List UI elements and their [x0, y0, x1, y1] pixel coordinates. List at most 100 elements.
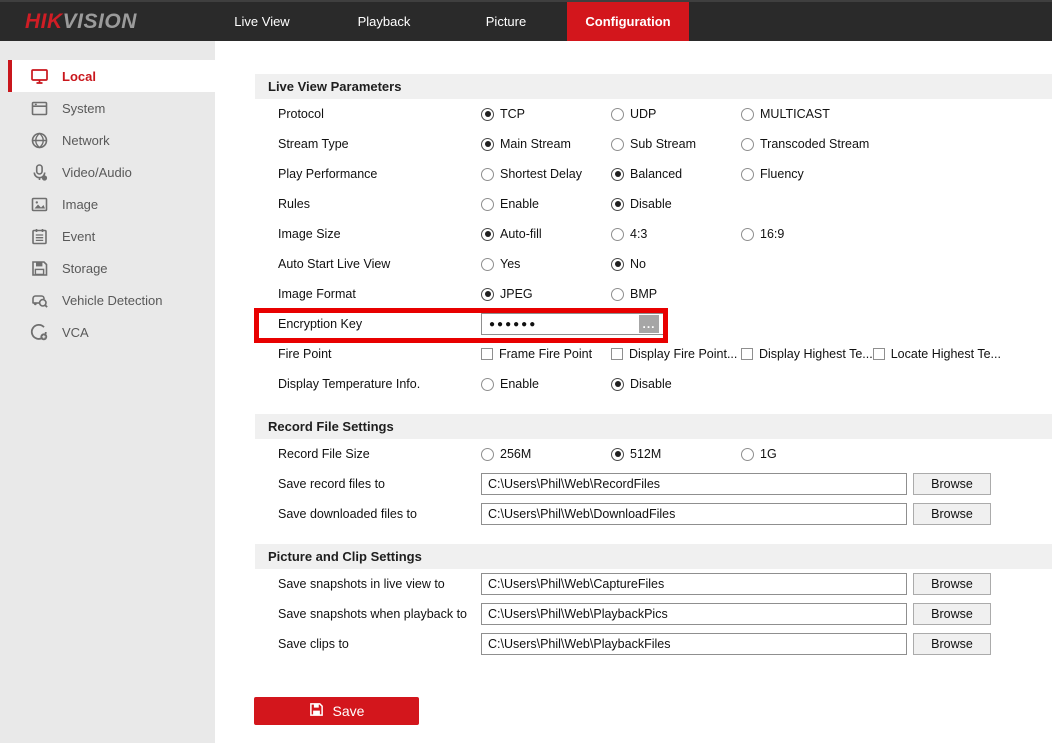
- radio-option-256m[interactable]: 256M: [481, 447, 611, 461]
- checkbox-icon[interactable]: [873, 348, 885, 360]
- radio-option-16-9[interactable]: 16:9: [741, 227, 871, 241]
- encryption-key-input[interactable]: ●●●●●●: [481, 313, 664, 335]
- radio-option-balanced[interactable]: Balanced: [611, 167, 741, 181]
- radio-selected-icon[interactable]: [481, 288, 494, 301]
- radio-icon[interactable]: [481, 378, 494, 391]
- form-row-save-snapshots-when-playback-to: Save snapshots when playback to Browse: [255, 599, 1052, 629]
- checkbox-icon[interactable]: [481, 348, 493, 360]
- checkbox-option-locate-highest-te[interactable]: Locate Highest Te...: [873, 347, 1003, 361]
- save-snapshots-in-live-view-to-browse-button[interactable]: Browse: [913, 573, 991, 595]
- checkbox-icon[interactable]: [741, 348, 753, 360]
- radio-icon[interactable]: [611, 138, 624, 151]
- radio-option-auto-fill[interactable]: Auto-fill: [481, 227, 611, 241]
- radio-icon[interactable]: [611, 108, 624, 121]
- encryption-key-field: ●●●●●●...: [481, 313, 664, 335]
- sidebar-item-network[interactable]: Network: [0, 124, 215, 156]
- sidebar-item-local[interactable]: Local: [8, 60, 215, 92]
- sidebar-item-vca[interactable]: VCA: [0, 316, 215, 348]
- radio-option-transcoded-stream[interactable]: Transcoded Stream: [741, 137, 871, 151]
- radio-option-disable[interactable]: Disable: [611, 197, 741, 211]
- checkbox-option-display-highest-te[interactable]: Display Highest Te...: [741, 347, 873, 361]
- radio-selected-icon[interactable]: [611, 448, 624, 461]
- radio-option-tcp[interactable]: TCP: [481, 107, 611, 121]
- radio-selected-icon[interactable]: [611, 258, 624, 271]
- sidebar-item-event[interactable]: Event: [0, 220, 215, 252]
- option-label: 256M: [500, 447, 531, 461]
- radio-selected-icon[interactable]: [611, 198, 624, 211]
- nav-tab-playback[interactable]: Playback: [323, 2, 445, 41]
- nav-tab-configuration[interactable]: Configuration: [567, 2, 689, 41]
- checkbox-icon[interactable]: [611, 348, 623, 360]
- radio-option-sub-stream[interactable]: Sub Stream: [611, 137, 741, 151]
- option-label: Yes: [500, 257, 520, 271]
- option-label: No: [630, 257, 646, 271]
- option-label: Shortest Delay: [500, 167, 582, 181]
- sidebar-item-system[interactable]: System: [0, 92, 215, 124]
- field-label: Save snapshots when playback to: [278, 607, 481, 621]
- radio-icon[interactable]: [741, 108, 754, 121]
- option-label: 4:3: [630, 227, 647, 241]
- sidebar-item-vehicle-detection[interactable]: Vehicle Detection: [0, 284, 215, 316]
- save-button[interactable]: Save: [254, 697, 419, 725]
- form-row-record-file-size: Record File Size256M512M1G: [255, 439, 1052, 469]
- radio-option-udp[interactable]: UDP: [611, 107, 741, 121]
- form-row-fire-point: Fire PointFrame Fire PointDisplay Fire P…: [255, 339, 1052, 369]
- save-downloaded-files-to-input[interactable]: [481, 503, 907, 525]
- radio-option-main-stream[interactable]: Main Stream: [481, 137, 611, 151]
- save-snapshots-when-playback-to-browse-button[interactable]: Browse: [913, 603, 991, 625]
- save-record-files-to-input[interactable]: [481, 473, 907, 495]
- radio-selected-icon[interactable]: [611, 378, 624, 391]
- radio-icon[interactable]: [741, 168, 754, 181]
- radio-selected-icon[interactable]: [481, 228, 494, 241]
- option-label: JPEG: [500, 287, 533, 301]
- microphone-icon: [30, 163, 49, 182]
- radio-icon[interactable]: [481, 168, 494, 181]
- field-label: Play Performance: [278, 167, 481, 181]
- save-record-files-to-browse-button[interactable]: Browse: [913, 473, 991, 495]
- radio-icon[interactable]: [481, 198, 494, 211]
- option-label: Balanced: [630, 167, 682, 181]
- checkbox-option-display-fire-point[interactable]: Display Fire Point...: [611, 347, 741, 361]
- sidebar-item-label: Network: [62, 133, 110, 148]
- radio-icon[interactable]: [611, 228, 624, 241]
- radio-icon[interactable]: [741, 448, 754, 461]
- radio-option-1g[interactable]: 1G: [741, 447, 871, 461]
- radio-icon[interactable]: [741, 138, 754, 151]
- ellipsis-button[interactable]: ...: [639, 315, 659, 333]
- sidebar-item-image[interactable]: Image: [0, 188, 215, 220]
- nav-tab-picture[interactable]: Picture: [445, 2, 567, 41]
- radio-icon[interactable]: [611, 288, 624, 301]
- radio-option-fluency[interactable]: Fluency: [741, 167, 871, 181]
- sidebar-item-storage[interactable]: Storage: [0, 252, 215, 284]
- save-clips-to-browse-button[interactable]: Browse: [913, 633, 991, 655]
- radio-option-enable[interactable]: Enable: [481, 197, 611, 211]
- radio-option-enable[interactable]: Enable: [481, 377, 611, 391]
- radio-option-jpeg[interactable]: JPEG: [481, 287, 611, 301]
- radio-selected-icon[interactable]: [481, 138, 494, 151]
- form-row-auto-start-live-view: Auto Start Live ViewYesNo: [255, 249, 1052, 279]
- form-row-save-downloaded-files-to: Save downloaded files toBrowse: [255, 499, 1052, 529]
- radio-option-multicast[interactable]: MULTICAST: [741, 107, 871, 121]
- option-label: 16:9: [760, 227, 784, 241]
- save-icon: [309, 702, 324, 720]
- checkbox-option-frame-fire-point[interactable]: Frame Fire Point: [481, 347, 611, 361]
- save-snapshots-in-live-view-to-input[interactable]: [481, 573, 907, 595]
- radio-option-no[interactable]: No: [611, 257, 741, 271]
- radio-icon[interactable]: [481, 258, 494, 271]
- radio-option-bmp[interactable]: BMP: [611, 287, 741, 301]
- option-label: Display Highest Te...: [759, 347, 873, 361]
- radio-selected-icon[interactable]: [481, 108, 494, 121]
- sidebar-item-video-audio[interactable]: Video/Audio: [0, 156, 215, 188]
- radio-icon[interactable]: [481, 448, 494, 461]
- radio-option-yes[interactable]: Yes: [481, 257, 611, 271]
- radio-selected-icon[interactable]: [611, 168, 624, 181]
- save-clips-to-input[interactable]: [481, 633, 907, 655]
- radio-option-512m[interactable]: 512M: [611, 447, 741, 461]
- radio-option-4-3[interactable]: 4:3: [611, 227, 741, 241]
- radio-option-shortest-delay[interactable]: Shortest Delay: [481, 167, 611, 181]
- save-snapshots-when-playback-to-input[interactable]: [481, 603, 907, 625]
- save-downloaded-files-to-browse-button[interactable]: Browse: [913, 503, 991, 525]
- nav-tab-live-view[interactable]: Live View: [201, 2, 323, 41]
- radio-option-disable[interactable]: Disable: [611, 377, 741, 391]
- radio-icon[interactable]: [741, 228, 754, 241]
